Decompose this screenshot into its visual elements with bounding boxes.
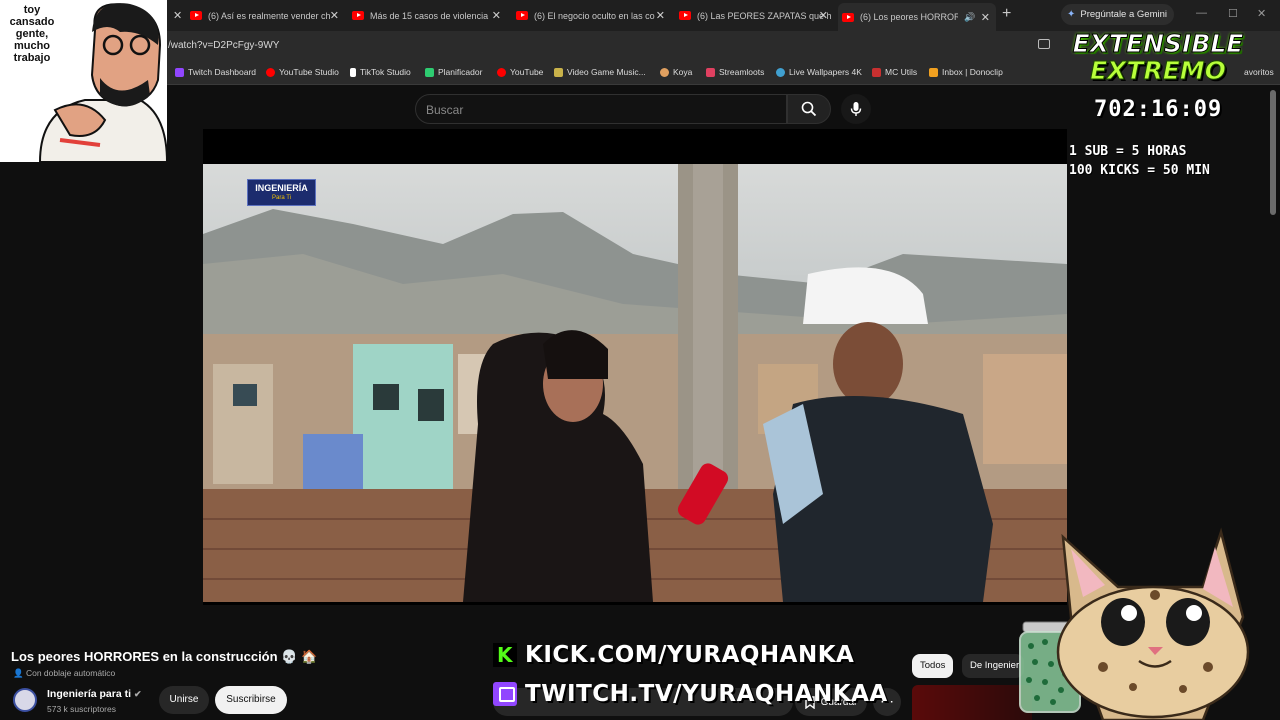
music-icon [554,67,563,77]
twitch-url: TWITCH.TV/YURAQHANKAA [525,681,888,707]
video-frame: INGENIERÍA Para Ti [203,164,1067,602]
rule-sub: 1 SUB = 5 HORAS [1069,144,1187,159]
browser-tab-close[interactable]: ✕ [173,4,187,27]
bookmark-donoclip[interactable]: Inbox | Donoclip [929,67,1003,77]
youtube-icon [352,11,364,20]
bookmark-video-game-music[interactable]: Video Game Music... [554,67,646,77]
bookmark-label: YouTube Studio [279,67,339,77]
bookmark-label: YouTube [510,67,544,77]
rule-kicks: 100 KICKS = 50 MIN [1069,163,1210,178]
youtube-studio-icon [266,67,275,77]
cast-icon[interactable] [1038,39,1050,49]
close-tab-icon[interactable]: ✕ [819,9,828,22]
gemini-label: Pregúntale a Gemini [1080,9,1167,20]
streamer-status-text: toy cansado gente, mucho trabajo [9,4,55,64]
wallpaper-icon [776,67,785,77]
new-tab-icon[interactable]: + [1002,5,1011,23]
bookmark-youtube-studio[interactable]: YouTube Studio [266,67,339,77]
channel-watermark: INGENIERÍA Para Ti [247,179,316,206]
subathon-timer: 702:16:09 [1094,97,1223,122]
bookmark-label: Live Wallpapers 4K [789,67,862,77]
youtube-icon [679,11,691,20]
planner-icon [425,67,434,77]
page-scrollbar-thumb[interactable] [1270,90,1276,215]
youtube-icon [516,11,528,20]
close-tab-icon[interactable]: ✕ [981,11,990,24]
browser-tab[interactable]: (6) Así es realmente vender ch ✕ [190,4,345,27]
subathon-rules: 1 SUB = 5 HORAS 100 KICKS = 50 MIN [1069,142,1210,180]
bookmark-mc-utils[interactable]: MC Utils [872,67,917,77]
youtube-icon [190,11,202,20]
screen: (6) Así es realmente vender ch ✕ ✕ Más d… [0,0,1280,720]
close-tab-icon[interactable]: ✕ [656,9,665,22]
bookmark-label: Planificador [438,67,483,77]
bookmark-label: TikTok Studio [360,67,411,77]
video-player[interactable]: INGENIERÍA Para Ti [203,129,1067,605]
browser-tab[interactable]: (6) Las PEORES ZAPATAS que h ✕ [679,4,834,27]
browser-tab[interactable]: (6) El negocio oculto en las co ✕ [516,4,671,27]
close-window-icon[interactable]: ✕ [1257,7,1266,20]
watermark-title: INGENIERÍA [255,183,308,193]
bookmark-label: Twitch Dashboard [188,67,257,77]
tab-label: (6) Así es realmente vender ch [208,10,331,21]
bookmark-live-wallpapers[interactable]: Live Wallpapers 4K [776,67,862,77]
mc-utils-icon [872,67,881,77]
browser-tab-active[interactable]: (6) Los peores HORRORES 🔊 ✕ [838,3,996,31]
event-title-line-1: EXTENSIBLE [1072,29,1244,58]
close-tab-icon[interactable]: ✕ [492,9,501,22]
minimize-icon[interactable]: — [1196,7,1207,19]
tab-label: (6) El negocio oculto en las co [534,10,655,21]
twitch-icon [175,67,184,77]
browser-tab[interactable]: Más de 15 casos de violencia ✕ [352,4,507,27]
search-icon [801,101,817,117]
tab-label: (6) Los peores HORRORES [860,12,958,22]
construction-scene-image [203,164,1067,602]
bookmark-label: MC Utils [885,67,918,77]
bookmark-streamloots[interactable]: Streamloots [706,67,764,77]
tiktok-icon [350,67,356,77]
bookmark-twitch-dashboard[interactable]: Twitch Dashboard [175,67,256,77]
bookmark-youtube[interactable]: YouTube [497,67,543,77]
url-field[interactable]: /watch?v=D2PcFgy-9WY [168,40,279,51]
kick-url: KICK.COM/YURAQHANKA [525,642,855,668]
voice-search-button[interactable] [841,94,871,124]
tab-label: Más de 15 casos de violencia [370,10,489,21]
watermark-subtitle: Para Ti [271,195,291,201]
twitch-promo: TWITCH.TV/YURAQHANKAA [493,679,888,709]
youtube-icon [842,12,854,22]
search-input[interactable]: Buscar [415,94,787,124]
microphone-icon [850,102,862,116]
streamer-avatar-overlay: toy cansado gente, mucho trabajo [0,0,167,162]
close-tab-icon[interactable]: ✕ [330,9,339,22]
donoclip-icon [929,67,938,77]
event-title-line-2: EXTREMO [1090,56,1227,85]
event-title: EXTENSIBLE EXTREMO [1058,29,1258,85]
bookmark-label: Koya [673,67,693,77]
bookmark-label: Video Game Music... [567,67,646,77]
gemini-icon: ✦ [1067,9,1076,20]
ask-gemini-button[interactable]: ✦ Pregúntale a Gemini [1061,4,1174,25]
browser-tab-strip: (6) Así es realmente vender ch ✕ ✕ Más d… [0,0,1280,31]
tab-label: (6) Las PEORES ZAPATAS que h [697,10,832,21]
bookmark-label: Inbox | Donoclip [942,67,1003,77]
kick-icon: K [493,643,517,667]
cat-mascot-image [1056,527,1250,720]
close-tab-icon[interactable]: ✕ [173,9,182,22]
bookmark-koya[interactable]: Koya [660,67,692,77]
twitch-icon [493,682,517,706]
speaker-icon[interactable]: 🔊 [964,12,975,23]
koya-icon [660,67,669,77]
kick-promo: K KICK.COM/YURAQHANKA [493,640,854,670]
streamloots-icon [706,67,715,77]
bookmark-label: Streamloots [719,67,765,77]
bookmark-tiktok-studio[interactable]: TikTok Studio [350,67,411,77]
youtube-icon [497,67,506,77]
maximize-icon[interactable]: ☐ [1228,7,1238,20]
search-button[interactable] [787,94,831,124]
bookmark-planificador[interactable]: Planificador [425,67,482,77]
